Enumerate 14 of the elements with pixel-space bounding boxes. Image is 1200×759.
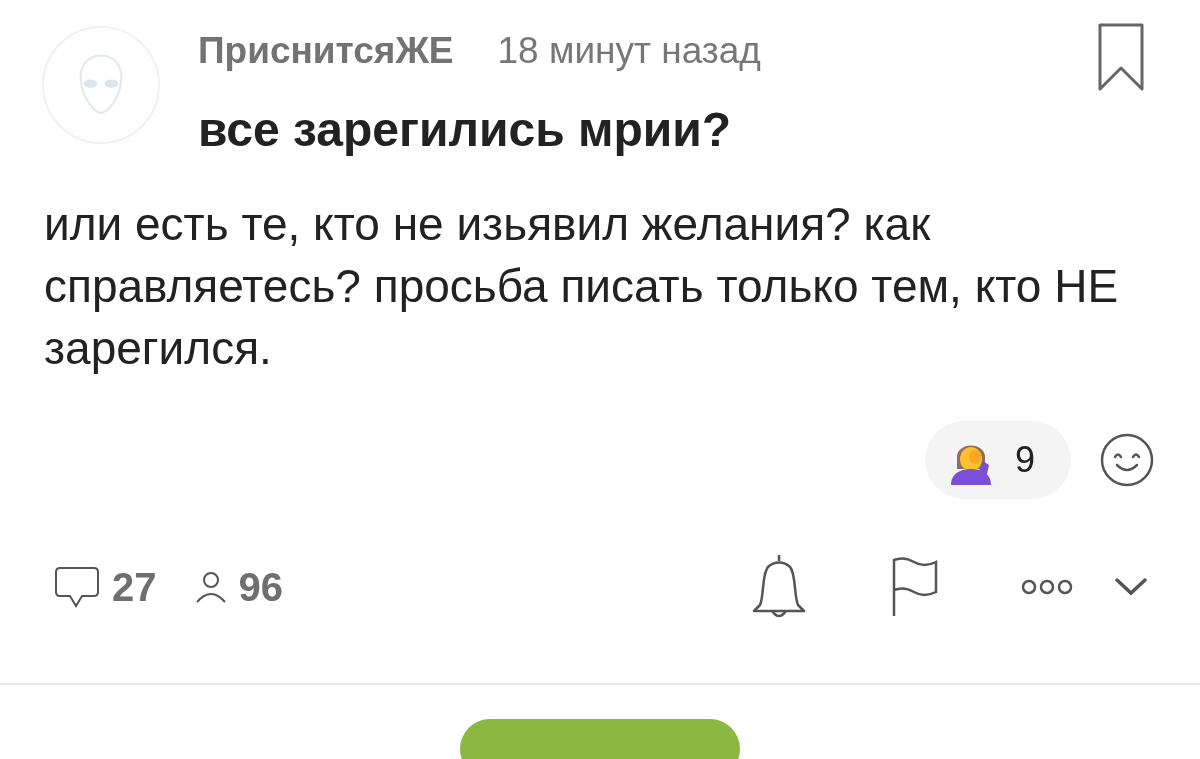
person-icon [194,570,227,604]
viewer-count: 96 [238,564,283,610]
chevron-down-icon[interactable] [1114,577,1148,597]
comment-count: 27 [112,564,157,610]
author-name[interactable]: ПриснитсяЖЕ [198,30,454,72]
comment-icon[interactable] [54,566,100,608]
reaction-button[interactable]: 9 [924,421,1071,499]
post-title[interactable]: все зарегились мрии? [198,102,1097,157]
bookmark-icon[interactable] [1097,22,1145,92]
add-reaction-smiley-icon[interactable] [1099,432,1155,488]
post-text: или есть те, кто не изьявил желания? как справляетесь? просьба писать только тем, кто НЕ зарегился. [44,197,1120,376]
more-icon[interactable] [1020,578,1074,596]
post-time: 18 минут назад [497,30,761,72]
flag-icon[interactable] [890,556,940,618]
